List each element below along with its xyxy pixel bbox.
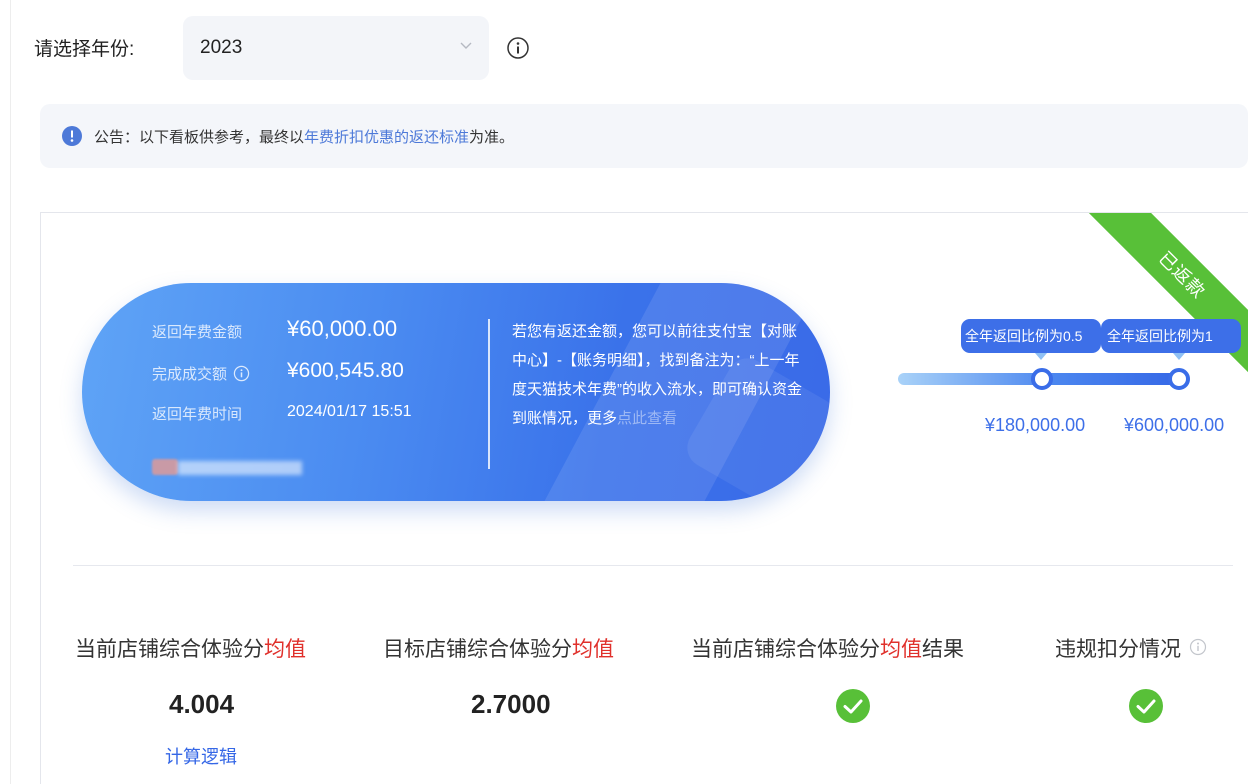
turnover-label-text: 完成成交额	[152, 366, 228, 383]
status-ribbon: 已返款	[1060, 213, 1248, 397]
info-icon[interactable]	[506, 36, 530, 60]
target-score-label-highlight: 均值	[572, 638, 614, 661]
milestone-pointer-2	[1173, 353, 1185, 360]
chevron-down-icon	[460, 42, 472, 49]
year-select-label: 请选择年份:	[34, 39, 135, 60]
current-score-value: 4.004	[169, 689, 235, 719]
notice-text: 公告：以下看板供参考，最终以年费折扣优惠的返还标准为准。	[94, 126, 514, 147]
refund-amount-value: ¥60,000.00	[287, 316, 398, 341]
score-result-label-suffix: 结果	[922, 638, 964, 661]
current-score-label-text: 当前店铺综合体验分	[75, 638, 264, 661]
notice-suffix: 为准。	[469, 129, 515, 146]
violation-label-text: 违规扣分情况	[1055, 638, 1181, 661]
target-score-value: 2.7000	[471, 689, 551, 719]
refund-amount-label: 返回年费金额	[152, 324, 243, 341]
panel-divider	[488, 319, 490, 469]
milestone-tag-1: 全年返回比例为0.5	[961, 319, 1101, 353]
info-icon[interactable]	[233, 365, 250, 382]
check-circle-icon	[1129, 689, 1163, 723]
refund-time-value: 2024/01/17 15:51	[287, 403, 412, 420]
view-more-link[interactable]: 点此查看	[617, 410, 677, 427]
current-score-label-highlight: 均值	[264, 638, 306, 661]
turnover-label: 完成成交额	[152, 363, 250, 384]
target-score-label: 目标店铺综合体验分均值	[383, 633, 614, 663]
left-divider	[10, 0, 11, 784]
year-select[interactable]: 2023	[183, 16, 489, 80]
blurred-account-name	[152, 459, 302, 475]
current-score-label: 当前店铺综合体验分均值	[75, 633, 306, 663]
milestone-node-1	[1031, 368, 1053, 390]
milestone-amount-2: ¥600,000.00	[1124, 415, 1225, 435]
milestone-tag-2: 全年返回比例为1	[1101, 319, 1241, 353]
section-divider	[73, 565, 1233, 566]
milestone-pointer-1	[1035, 353, 1047, 360]
target-score-label-text: 目标店铺综合体验分	[383, 638, 572, 661]
info-icon[interactable]	[1189, 638, 1207, 656]
check-circle-icon	[836, 689, 870, 723]
notice-link[interactable]: 年费折扣优惠的返还标准	[304, 129, 469, 146]
milestone-node-2	[1168, 368, 1190, 390]
exclamation-icon	[62, 126, 82, 146]
notice-bar: 公告：以下看板供参考，最终以年费折扣优惠的返还标准为准。	[40, 104, 1248, 168]
score-result-label-highlight: 均值	[880, 638, 922, 661]
refund-summary-panel: 返回年费金额 ¥60,000.00 完成成交额 ¥600,545.80 返回年费…	[82, 283, 830, 501]
refund-time-label: 返回年费时间	[152, 406, 243, 423]
turnover-value: ¥600,545.80	[287, 359, 404, 382]
refund-card: 已返款 返回年费金额 ¥60,000.00 完成成交额 ¥600,545.80 …	[40, 212, 1248, 784]
refund-instructions: 若您有返还金额，您可以前往支付宝【对账中心】-【账务明细】，找到备注为：“上一年…	[512, 317, 802, 433]
status-ribbon-text: 已返款	[1154, 247, 1210, 303]
notice-prefix: 公告：以下看板供参考，最终以	[94, 129, 305, 146]
year-select-value: 2023	[200, 37, 243, 58]
score-result-label-text: 当前店铺综合体验分	[691, 638, 880, 661]
violation-label: 违规扣分情况	[1055, 633, 1207, 663]
calculation-logic-link[interactable]: 计算逻辑	[165, 743, 237, 769]
milestone-amount-1: ¥180,000.00	[985, 415, 1086, 435]
score-result-label: 当前店铺综合体验分均值结果	[691, 633, 964, 663]
